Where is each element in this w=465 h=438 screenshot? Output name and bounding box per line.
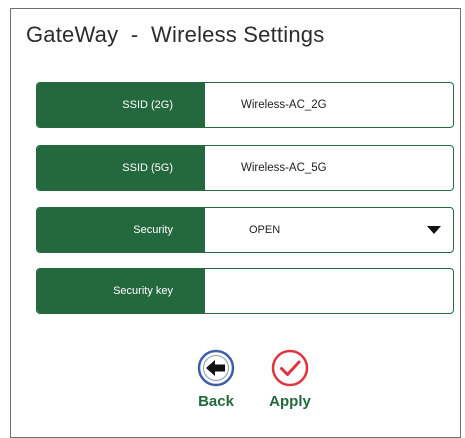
- checkmark-circle-icon[interactable]: [270, 348, 310, 388]
- ssid-5g-row: SSID (5G) Wireless-AC_5G: [36, 145, 454, 191]
- security-label: Security: [37, 208, 205, 252]
- back-button[interactable]: Back: [188, 348, 244, 410]
- security-row: Security OPEN: [36, 207, 454, 253]
- page-title: GateWay - Wireless Settings: [26, 22, 325, 47]
- security-key-row: Security key: [36, 268, 454, 314]
- arrow-left-circle-icon[interactable]: [196, 348, 236, 388]
- back-label: Back: [198, 393, 234, 410]
- ssid-5g-field[interactable]: Wireless-AC_5G: [205, 146, 453, 190]
- ssid-2g-field[interactable]: Wireless-AC_2G: [205, 83, 453, 127]
- caret-down-icon[interactable]: [427, 226, 441, 234]
- ssid-5g-label: SSID (5G): [37, 146, 205, 190]
- security-select[interactable]: OPEN: [205, 208, 453, 252]
- apply-button[interactable]: Apply: [262, 348, 318, 410]
- security-key-field[interactable]: [205, 269, 453, 313]
- security-selected-value: OPEN: [249, 224, 281, 236]
- ssid-2g-label: SSID (2G): [37, 83, 205, 127]
- apply-label: Apply: [269, 393, 311, 410]
- security-key-label: Security key: [37, 269, 205, 313]
- ssid-2g-row: SSID (2G) Wireless-AC_2G: [36, 82, 454, 128]
